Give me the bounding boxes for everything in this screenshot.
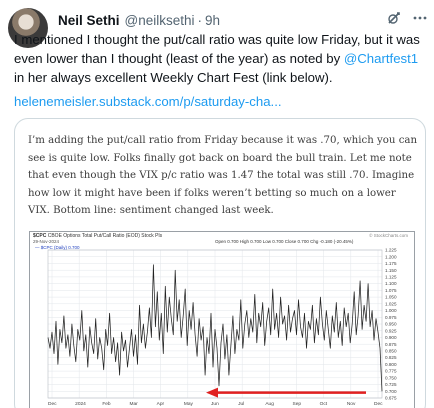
chart-description: CBOE Options Total Put/Call Ratio (EOD) … [47, 233, 163, 239]
x-tick-label: Apr [157, 401, 165, 407]
y-tick-label: 1.000 [385, 308, 397, 313]
x-tick-label: Feb [102, 401, 111, 407]
y-tick-label: 0.950 [385, 322, 397, 327]
y-tick-label: 1.225 [385, 248, 397, 253]
chart-legend: — $CPC (Daily) 0.700 [35, 245, 80, 250]
x-tick-label: Nov [347, 401, 356, 407]
y-tick-label: 1.200 [385, 254, 397, 259]
y-tick-label: 1.150 [385, 268, 397, 273]
y-tick-label: 0.825 [385, 355, 397, 360]
mention-link[interactable]: @Chartfest1 [344, 51, 418, 66]
tweet-body: I mentioned I thought the put/call ratio… [14, 30, 424, 87]
article-link[interactable]: helenemeisler.substack.com/p/saturday-ch… [14, 94, 282, 109]
y-tick-label: 0.700 [385, 389, 397, 394]
x-tick-label: Dec [48, 401, 57, 407]
x-tick-label: Oct [320, 401, 328, 407]
y-tick-label: 0.675 [385, 396, 397, 401]
x-tick-label: Mar [130, 401, 139, 407]
y-tick-label: 0.925 [385, 328, 397, 333]
media-card[interactable]: I’m adding the put/call ratio from Frida… [14, 118, 426, 408]
y-tick-label: 1.100 [385, 281, 397, 286]
y-tick-label: 0.725 [385, 382, 397, 387]
header-actions [386, 10, 428, 30]
author-handle[interactable]: @neilksethi [125, 13, 195, 28]
y-tick-label: 0.750 [385, 375, 397, 380]
chart-ohlc: Open 0.700 High 0.700 Low 0.700 Close 0.… [215, 239, 354, 244]
x-tick-label: Dec [374, 401, 383, 407]
y-tick-label: 1.125 [385, 275, 397, 280]
chart-image: 1.225 1.200 1.175 1.150 1.125 1.100 1.075 1.050… [29, 231, 415, 408]
author-name[interactable]: Neil Sethi [58, 13, 120, 28]
y-tick-label: 1.175 [385, 261, 397, 266]
chart-date: 29-Nov-2024 [33, 239, 60, 244]
arrow-head [206, 387, 218, 398]
x-tick-label: May [184, 401, 194, 407]
put-call-chart: 1.2251.200 1.175 1.150 1.1251.100 1.075 1.050… [47, 248, 397, 407]
x-tick-label: Jul [238, 401, 244, 407]
y-tick-label: 0.975 [385, 315, 397, 320]
y-tick-label: 0.875 [385, 342, 397, 347]
x-tick-label: Jun [211, 401, 219, 407]
tweet-header: Neil Sethi @neilksethi · 9h [58, 10, 426, 30]
y-tick-label: 1.050 [385, 295, 397, 300]
y-tick-label: 0.800 [385, 362, 397, 367]
post-time[interactable]: 9h [205, 13, 220, 28]
chart-watermark: © StockCharts.com [369, 233, 408, 238]
tweet-text-part2: in her always excellent Weekly Chart Fes… [14, 70, 333, 85]
separator-dot: · [197, 12, 203, 28]
x-tick-label: Sep [293, 401, 302, 407]
quote-text: I’m adding the put/call ratio from Frida… [28, 135, 418, 216]
x-tick-label: 2024 [75, 401, 86, 407]
y-tick-label: 0.775 [385, 369, 397, 374]
y-tick-label: 0.900 [385, 335, 397, 340]
y-tick-label: 0.850 [385, 349, 397, 354]
grok-icon[interactable] [386, 10, 402, 30]
y-tick-label: 1.025 [385, 301, 397, 306]
y-tick-label: 1.075 [385, 288, 397, 293]
x-tick-label: Aug [265, 401, 274, 407]
more-icon[interactable] [412, 10, 428, 30]
